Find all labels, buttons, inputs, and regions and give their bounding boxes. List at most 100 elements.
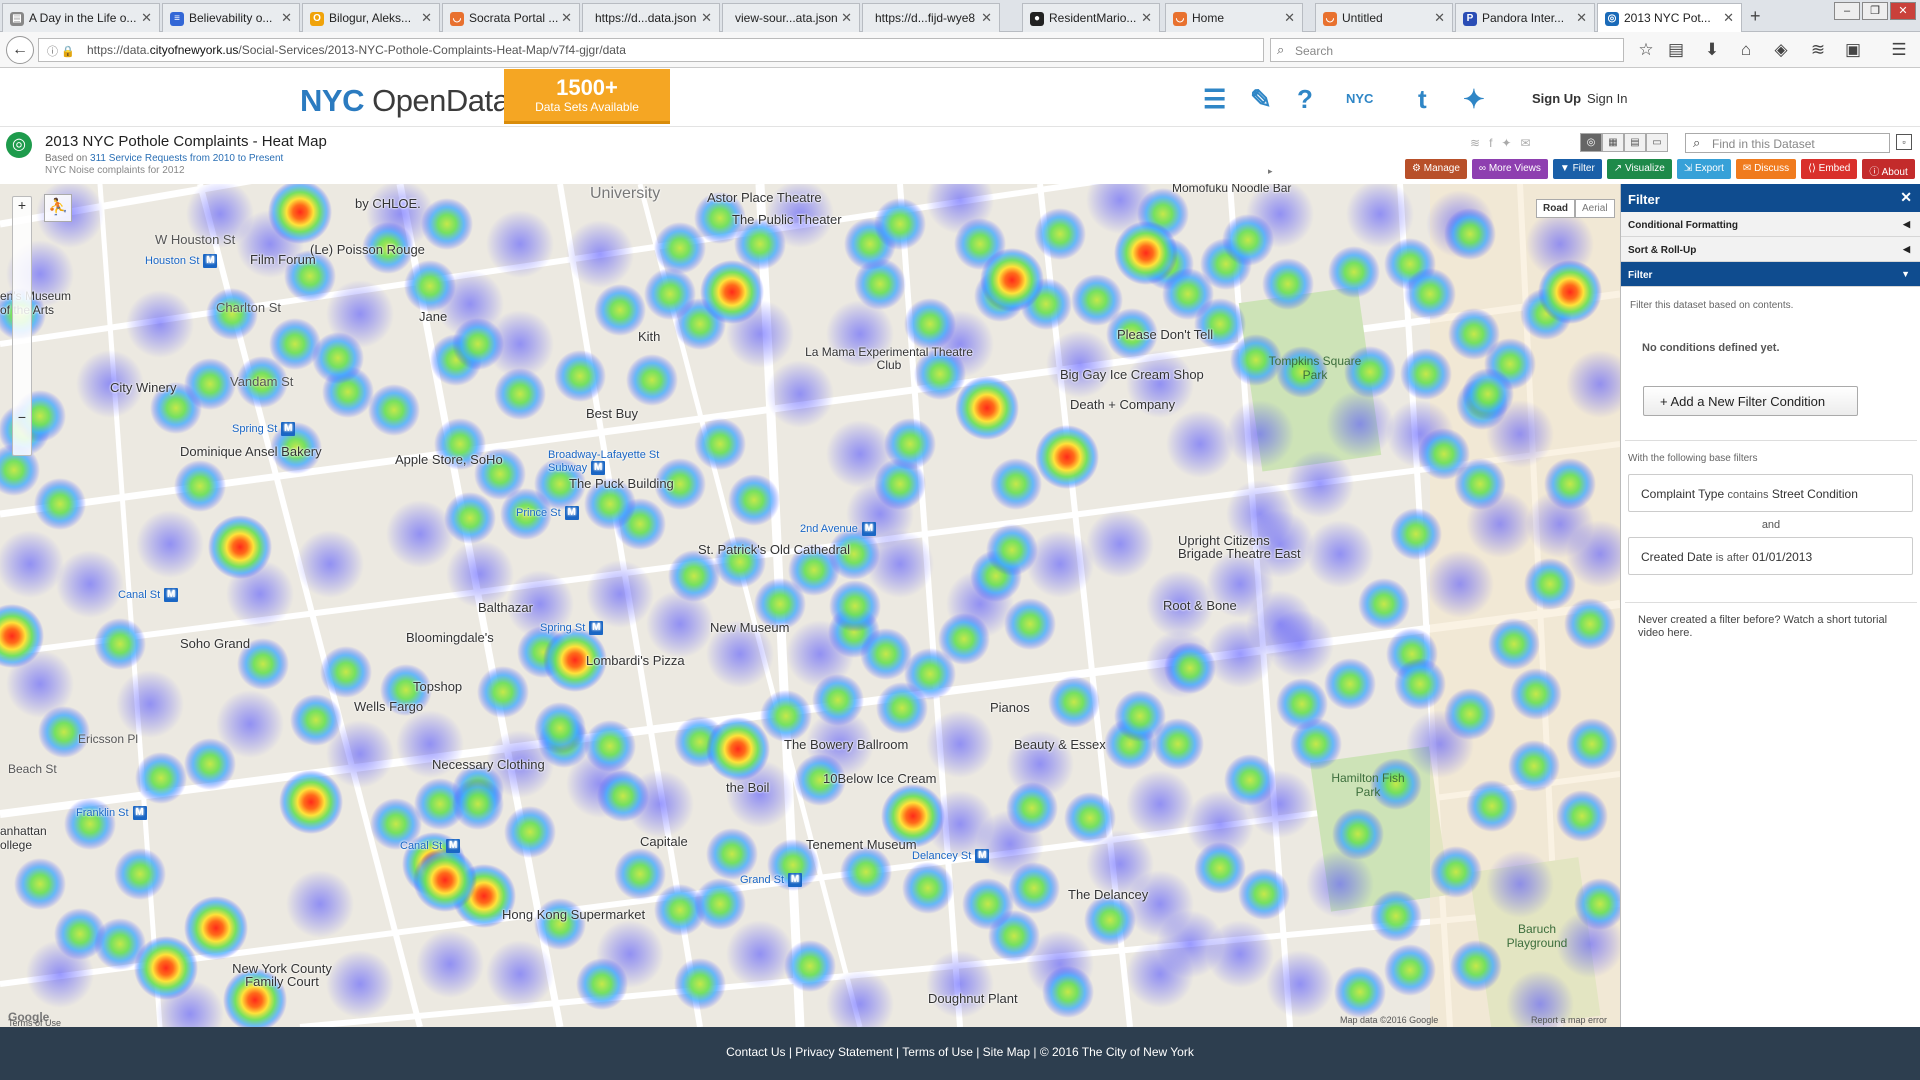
reading-list-icon[interactable]: ▤ — [1665, 40, 1687, 60]
minimize-icon[interactable]: – — [1834, 2, 1860, 20]
map-label: Ericsson Pl — [78, 732, 139, 746]
download-icon[interactable]: ⬇ — [1701, 40, 1723, 60]
browser-tab[interactable]: ▤ A Day in the Life o... ✕ — [2, 3, 160, 32]
nyc-opendata-logo[interactable]: NYC OpenData — [300, 83, 510, 119]
browser-tab[interactable]: ◡ Socrata Portal ... ✕ — [442, 3, 580, 32]
map-view-icon[interactable]: ◎ — [1580, 133, 1602, 152]
close-icon[interactable]: ✕ — [141, 10, 152, 26]
close-icon[interactable]: ✕ — [421, 10, 432, 26]
close-icon[interactable]: ✕ — [981, 10, 992, 26]
close-icon[interactable]: ✕ — [1723, 10, 1734, 26]
rss-icon[interactable]: ≋ — [1807, 40, 1829, 60]
more-views-button[interactable]: ∞ More Views — [1471, 159, 1548, 179]
park-label: Baruch Playground — [1506, 922, 1568, 950]
close-icon[interactable]: ✕ — [281, 10, 292, 26]
sort-rollup-section[interactable]: Sort & Roll-Up ◀ — [1621, 237, 1920, 262]
close-icon[interactable]: ✕ — [1434, 10, 1445, 26]
zoom-in-icon[interactable]: + — [13, 197, 31, 213]
heat-spot — [884, 418, 936, 470]
heat-map[interactable]: University Astor Place Theatre The Publi… — [0, 184, 1620, 1027]
report-map-error-link[interactable]: Report a map error — [1531, 1015, 1607, 1025]
browser-tab[interactable]: O Bilogur, Aleks... ✕ — [302, 3, 440, 32]
map-label: Dominique Ansel Bakery — [180, 444, 322, 459]
map-label: Doughnut Plant — [928, 991, 1018, 1006]
help-icon[interactable]: ? — [1297, 84, 1313, 115]
heat-spot — [368, 384, 420, 436]
browser-tab[interactable]: view-sour...ata.json ✕ — [722, 3, 860, 32]
map-terms-link[interactable]: Terms of Use — [8, 1018, 61, 1027]
browser-tab[interactable]: P Pandora Inter... ✕ — [1455, 3, 1595, 32]
menu-icon[interactable]: ☰ — [1888, 40, 1910, 60]
sign-in-link[interactable]: Sign In — [1587, 91, 1627, 106]
close-icon[interactable]: ✕ — [701, 10, 712, 26]
add-filter-condition-button[interactable]: + Add a New Filter Condition — [1643, 386, 1858, 416]
find-in-dataset-input[interactable]: ⌕ Find in this Dataset — [1685, 133, 1890, 153]
grid-view-icon[interactable]: ▦ — [1602, 133, 1624, 152]
heat-spot — [576, 958, 628, 1010]
database-icon[interactable]: ☰ — [1203, 84, 1226, 115]
embed-button[interactable]: ⟨⟩ Embed — [1801, 159, 1858, 179]
twitter-icon[interactable]: ✦ — [1463, 84, 1485, 115]
zoom-out-icon[interactable]: − — [13, 409, 31, 425]
tumblr-icon[interactable]: t — [1418, 84, 1427, 115]
export-button[interactable]: ⇲ Export — [1676, 159, 1731, 179]
heat-spot — [1266, 610, 1334, 678]
nyc-icon[interactable]: NYC — [1346, 91, 1373, 106]
browser-tab[interactable]: ◡ Home ✕ — [1165, 3, 1303, 32]
map-label: New York County Family Court — [232, 961, 332, 989]
new-tab-icon[interactable]: + — [1750, 6, 1761, 27]
browser-search-input[interactable]: ⌕ Search — [1270, 38, 1624, 62]
browser-tab[interactable]: ● ResidentMario... ✕ — [1022, 3, 1160, 32]
back-icon[interactable]: ← — [6, 36, 34, 64]
list-view-icon[interactable]: ▤ — [1624, 133, 1646, 152]
heat-spot — [1324, 658, 1376, 710]
visualize-button[interactable]: ↗ Visualize — [1606, 159, 1672, 179]
close-icon[interactable]: ✕ — [1576, 10, 1587, 26]
rss-icon[interactable]: ≋ — [1470, 136, 1480, 150]
expand-icon[interactable]: ▫ — [1896, 134, 1912, 150]
close-icon[interactable]: ✕ — [1284, 10, 1295, 26]
github-icon: ● — [1030, 12, 1044, 26]
twitter-icon[interactable]: ✦ — [1501, 136, 1511, 150]
feed-icon[interactable]: ▣ — [1842, 40, 1864, 60]
maximize-icon[interactable]: ❐ — [1862, 2, 1888, 20]
star-icon[interactable]: ☆ — [1635, 40, 1657, 60]
pocket-icon[interactable]: ◈ — [1770, 40, 1792, 60]
conditional-formatting-section[interactable]: Conditional Formatting ◀ — [1621, 212, 1920, 237]
aerial-button[interactable]: Aerial — [1575, 199, 1615, 218]
heat-spot — [326, 950, 394, 1018]
manage-button[interactable]: ⚙ Manage — [1405, 159, 1467, 179]
window-close-icon[interactable]: ✕ — [1890, 2, 1916, 20]
facebook-icon[interactable]: f — [1489, 136, 1492, 150]
source-dataset-link[interactable]: 311 Service Requests from 2010 to Presen… — [90, 153, 283, 164]
close-icon[interactable]: ✕ — [841, 10, 852, 26]
browser-tab[interactable]: https://d...data.json ✕ — [582, 3, 720, 32]
no-conditions-text: No conditions defined yet. — [1642, 342, 1780, 354]
close-icon[interactable]: ✕ — [1141, 10, 1152, 26]
discuss-button[interactable]: ✉ Discuss — [1735, 159, 1797, 179]
page-view-icon[interactable]: ▭ — [1646, 133, 1668, 152]
sign-up-link[interactable]: Sign Up — [1532, 91, 1581, 106]
url-bar[interactable]: ⓘ 🔒 https://data.cityofnewyork.us/Social… — [38, 38, 1292, 62]
about-button[interactable]: ⓘ About — [1862, 159, 1915, 179]
street-view-icon[interactable]: ⛹ — [44, 194, 72, 222]
heat-spot — [1126, 770, 1194, 838]
filter-button[interactable]: ▼ Filter — [1552, 159, 1602, 179]
home-icon[interactable]: ⌂ — [1735, 40, 1757, 60]
browser-tab[interactable]: https://d...fijd-wye8 ✕ — [862, 3, 1000, 32]
footer-links[interactable]: Contact Us | Privacy Statement | Terms o… — [726, 1045, 1194, 1059]
heat-spot — [1332, 808, 1384, 860]
close-icon[interactable]: ✕ — [561, 10, 572, 26]
heat-spot — [386, 500, 454, 568]
browser-tab[interactable]: ◡ Untitled ✕ — [1315, 3, 1453, 32]
close-icon[interactable]: ✕ — [1900, 189, 1912, 206]
browser-tab-active[interactable]: ◎ 2013 NYC Pot... ✕ — [1597, 3, 1742, 33]
map-label: Upright Citizens Brigade Theatre East — [1178, 533, 1301, 561]
wrench-icon[interactable]: ✎ — [1250, 84, 1272, 115]
heat-spot — [1008, 862, 1060, 914]
filter-section[interactable]: Filter ▼ — [1621, 262, 1920, 287]
datasets-promo[interactable]: 1500+ Data Sets Available — [504, 69, 670, 124]
email-icon[interactable]: ✉ — [1520, 136, 1530, 150]
road-button[interactable]: Road — [1536, 199, 1575, 218]
browser-tab[interactable]: ≡ Believability o... ✕ — [162, 3, 300, 32]
